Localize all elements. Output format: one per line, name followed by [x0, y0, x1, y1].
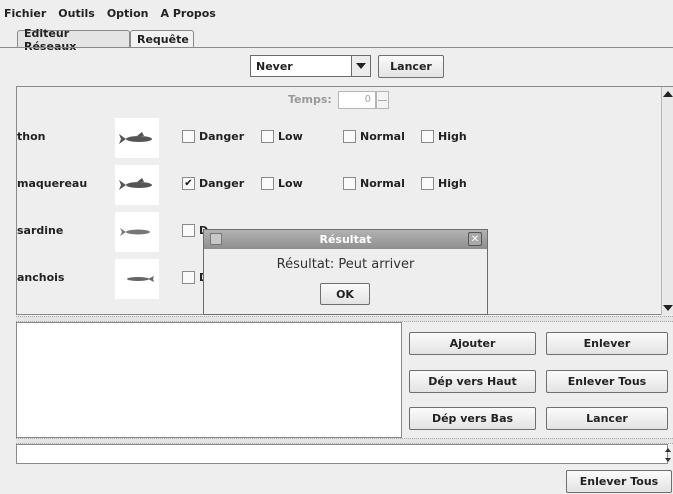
- enlever-tous-button[interactable]: Enlever Tous: [546, 370, 668, 393]
- menu-option[interactable]: Option: [107, 7, 149, 20]
- checkbox-box[interactable]: [421, 177, 434, 190]
- checkbox-box[interactable]: [182, 224, 195, 237]
- lancer-top-button[interactable]: Lancer: [378, 55, 444, 78]
- thon-high-checkbox[interactable]: High: [421, 130, 467, 143]
- temps-label: Temps:: [288, 93, 332, 106]
- mode-combo-value: Never: [256, 59, 293, 73]
- tab-editeur-reseaux[interactable]: Editeur Réseaux: [17, 27, 130, 53]
- fish-maquereau-icon: [115, 165, 159, 205]
- window-icon: [210, 233, 222, 245]
- fish-sardine-icon: [115, 212, 159, 252]
- fish-thon-icon: [115, 118, 159, 158]
- ajouter-button[interactable]: Ajouter: [409, 332, 536, 355]
- thon-danger-checkbox[interactable]: Danger: [182, 130, 244, 143]
- fish-name: thon: [17, 130, 46, 143]
- menu-fichier[interactable]: Fichier: [4, 7, 46, 20]
- thon-low-checkbox[interactable]: Low: [261, 130, 303, 143]
- mode-combo[interactable]: Never: [250, 55, 371, 77]
- thon-normal-checkbox[interactable]: Normal: [343, 130, 405, 143]
- result-scroll-icon[interactable]: [664, 446, 672, 464]
- close-icon[interactable]: ✕: [468, 232, 482, 246]
- tab-divider: [0, 47, 673, 48]
- result-text-area[interactable]: [16, 444, 668, 464]
- scroll-up-icon[interactable]: [663, 91, 673, 97]
- dep-vers-bas-button[interactable]: Dép vers Bas: [409, 407, 536, 430]
- checkbox-box[interactable]: [261, 177, 274, 190]
- checkbox-box[interactable]: [343, 177, 356, 190]
- chevron-down-icon[interactable]: [351, 56, 370, 76]
- checkbox-box[interactable]: [182, 130, 195, 143]
- fish-name: anchois: [17, 271, 65, 284]
- temps-input[interactable]: 0: [338, 91, 376, 109]
- query-list[interactable]: [16, 322, 402, 438]
- fish-row-maquereau: maquereau ✔ Danger Low Normal High: [17, 165, 657, 209]
- menu-outils[interactable]: Outils: [58, 7, 95, 20]
- checkbox-box[interactable]: [343, 130, 356, 143]
- checkbox-box[interactable]: [261, 130, 274, 143]
- scroll-down-icon[interactable]: [663, 305, 673, 311]
- enlever-tous-bottom-button[interactable]: Enlever Tous: [566, 470, 672, 493]
- tab-requete[interactable]: Requête: [130, 30, 194, 48]
- dep-vers-haut-button[interactable]: Dép vers Haut: [409, 370, 536, 393]
- maquereau-danger-checkbox[interactable]: ✔ Danger: [182, 177, 244, 190]
- temps-spinner[interactable]: [376, 91, 389, 109]
- fish-name: sardine: [17, 224, 64, 237]
- menu-apropos[interactable]: A Propos: [160, 7, 215, 20]
- checkbox-box[interactable]: [421, 130, 434, 143]
- checkbox-box[interactable]: [182, 271, 195, 284]
- fish-row-thon: thon Danger Low Normal High: [17, 118, 657, 162]
- enlever-button[interactable]: Enlever: [546, 332, 668, 355]
- ok-button[interactable]: OK: [320, 283, 370, 305]
- checkbox-box[interactable]: ✔: [182, 177, 195, 190]
- dialog-title[interactable]: Résultat: [204, 230, 487, 249]
- menu-bar: Fichier Outils Option A Propos: [0, 0, 673, 27]
- maquereau-high-checkbox[interactable]: High: [421, 177, 467, 190]
- query-scrollbar[interactable]: [661, 87, 673, 315]
- fish-anchois-icon: [115, 259, 159, 299]
- dialog-message: Résultat: Peut arriver: [276, 257, 415, 272]
- fish-name: maquereau: [17, 177, 88, 190]
- maquereau-normal-checkbox[interactable]: Normal: [343, 177, 405, 190]
- maquereau-low-checkbox[interactable]: Low: [261, 177, 303, 190]
- lancer-button[interactable]: Lancer: [546, 407, 668, 430]
